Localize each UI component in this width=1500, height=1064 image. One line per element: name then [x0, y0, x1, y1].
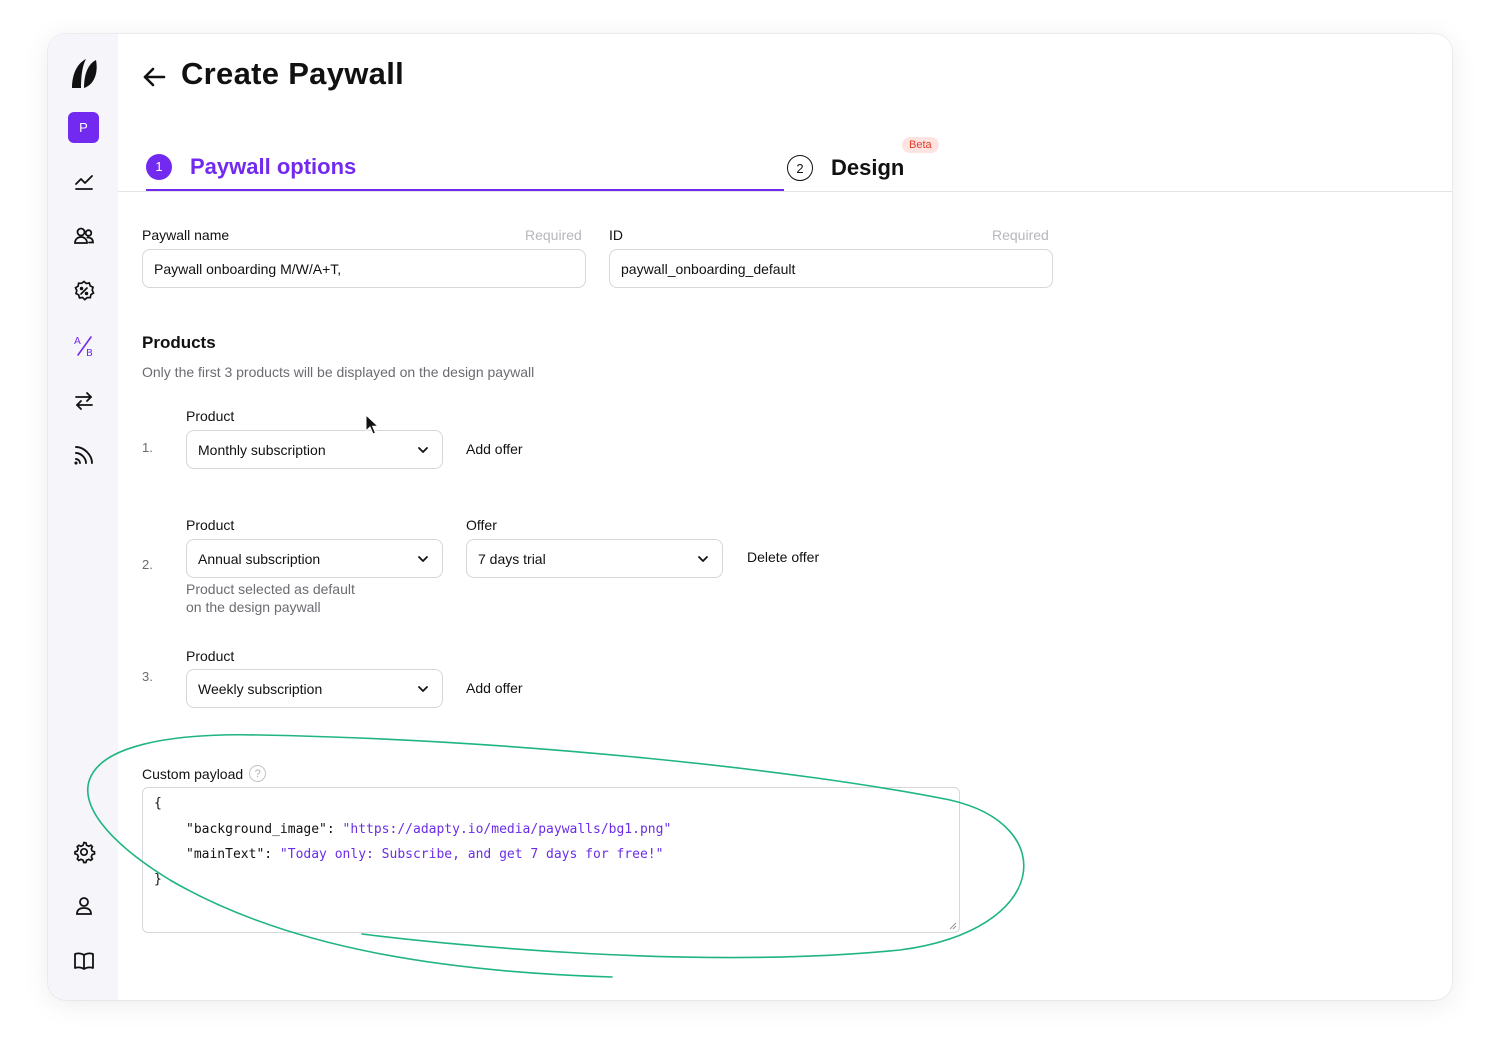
delete-offer-button[interactable]: Delete offer: [747, 549, 819, 565]
products-subtitle: Only the first 3 products will be displa…: [142, 364, 535, 380]
offer-select[interactable]: 7 days trial: [466, 539, 723, 578]
mouse-cursor-icon: [365, 414, 380, 435]
id-input[interactable]: paywall_onboarding_default: [609, 249, 1053, 288]
hint-line: on the design paywall: [186, 599, 321, 615]
tab-paywall-options[interactable]: 1 Paywall options: [146, 144, 784, 192]
default-product-hint: Product selected as default on the desig…: [186, 580, 355, 616]
step-number-1: 1: [146, 153, 172, 180]
custom-payload-label: Custom payload ?: [142, 765, 267, 782]
id-label: ID: [609, 227, 623, 243]
tab-design[interactable]: 2 Design: [787, 144, 904, 192]
code-line-1: "background_image": "https://adapty.io/m…: [186, 822, 671, 837]
product-select-value: Annual subscription: [198, 550, 321, 567]
product-label: Product: [186, 408, 235, 424]
main-content: Create Paywall 1 Paywall options 2 Desig…: [118, 34, 1452, 1000]
product-select-value: Monthly subscription: [198, 441, 326, 458]
beta-badge: Beta: [902, 137, 939, 153]
chevron-down-icon: [418, 446, 428, 453]
help-icon[interactable]: ?: [249, 765, 267, 782]
promo-icon[interactable]: [67, 274, 101, 308]
add-offer-button-3[interactable]: Add offer: [466, 680, 523, 696]
tabs-divider: [118, 191, 1452, 192]
add-offer-button-1[interactable]: Add offer: [466, 441, 523, 457]
code-key: "background_image":: [186, 822, 343, 837]
svg-text:B: B: [86, 348, 93, 358]
ab-test-icon[interactable]: A B: [67, 329, 101, 363]
code-key: "mainText":: [186, 847, 280, 862]
analytics-icon[interactable]: [67, 165, 101, 199]
products-title: Products: [142, 333, 216, 352]
app-window: P A B Create Paywall 1 Paywall options 2…: [48, 34, 1452, 1000]
account-icon[interactable]: [67, 889, 101, 923]
feed-icon[interactable]: [67, 438, 101, 472]
code-open-brace: {: [154, 796, 162, 811]
transfer-icon[interactable]: [67, 384, 101, 418]
workspace-initial: P: [79, 120, 88, 135]
settings-icon[interactable]: [67, 835, 101, 869]
paywall-name-required: Required: [525, 227, 582, 243]
offer-select-value: 7 days trial: [478, 550, 546, 567]
row-number: 2.: [142, 557, 153, 572]
workspace-avatar[interactable]: P: [68, 112, 99, 143]
offer-label: Offer: [466, 517, 497, 533]
hint-line: Product selected as default: [186, 581, 355, 597]
id-required: Required: [992, 227, 1049, 243]
page-title: Create Paywall: [181, 56, 405, 91]
docs-icon[interactable]: [67, 944, 101, 978]
paywall-name-input[interactable]: Paywall onboarding M/W/A+T,: [142, 249, 586, 288]
tab-label: Paywall options: [190, 153, 357, 179]
custom-payload-label-text: Custom payload: [142, 765, 244, 782]
resize-handle-icon[interactable]: [949, 922, 957, 930]
app-logo-icon[interactable]: [68, 56, 98, 90]
back-arrow-icon[interactable]: [140, 63, 168, 91]
product-select-value: Weekly subscription: [198, 680, 323, 697]
chevron-down-icon: [418, 555, 428, 562]
code-value: "https://adapty.io/media/paywalls/bg1.pn…: [342, 822, 672, 837]
code-line-2: "mainText": "Today only: Subscribe, and …: [186, 847, 663, 862]
product-select-3[interactable]: Weekly subscription: [186, 669, 443, 708]
step-number-2: 2: [787, 155, 813, 181]
product-label: Product: [186, 648, 235, 664]
paywall-name-label: Paywall name: [142, 227, 230, 243]
code-value: "Today only: Subscribe, and get 7 days f…: [279, 847, 664, 862]
chevron-down-icon: [418, 685, 428, 692]
custom-payload-editor[interactable]: { "background_image": "https://adapty.io…: [142, 787, 960, 933]
row-number: 1.: [142, 440, 153, 455]
tab-label: Design: [831, 155, 905, 180]
product-select-2[interactable]: Annual subscription: [186, 539, 443, 578]
chevron-down-icon: [698, 555, 708, 562]
row-number: 3.: [142, 669, 153, 684]
code-close-brace: }: [154, 872, 162, 887]
product-select-1[interactable]: Monthly subscription: [186, 430, 443, 469]
sidebar: P A B: [48, 34, 118, 1000]
product-label: Product: [186, 517, 235, 533]
profiles-icon[interactable]: [67, 219, 101, 253]
svg-text:A: A: [74, 336, 81, 347]
